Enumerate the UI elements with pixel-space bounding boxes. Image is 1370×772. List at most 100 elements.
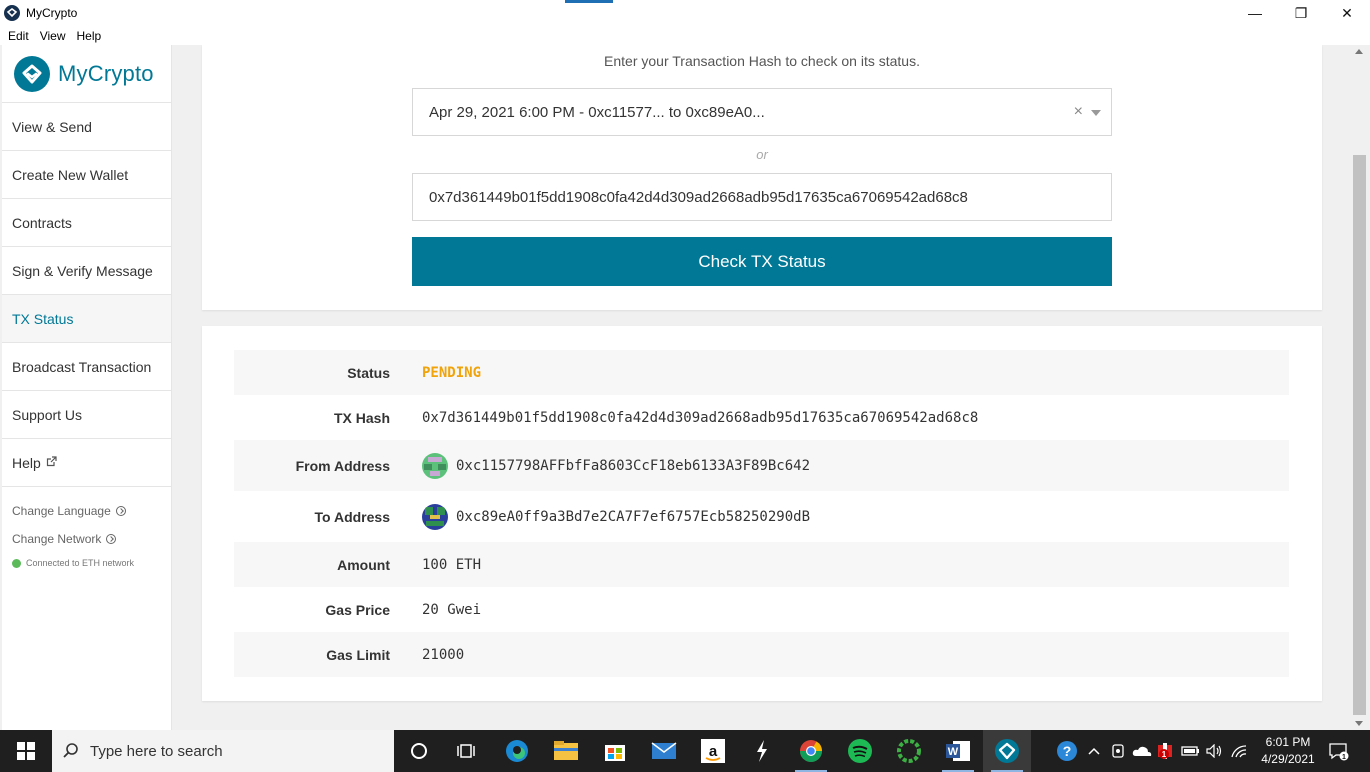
- sidebar-item-contracts[interactable]: Contracts: [2, 199, 171, 247]
- windows-start-button[interactable]: [0, 730, 52, 772]
- taskbar-search-placeholder: Type here to search: [90, 742, 223, 760]
- clock-time: 6:01 PM: [1265, 735, 1311, 749]
- spotify-icon[interactable]: [836, 730, 884, 772]
- edge-browser-icon[interactable]: [493, 730, 541, 772]
- onedrive-cloud-icon[interactable]: [1131, 730, 1153, 772]
- network-status: Connected to ETH network: [2, 553, 171, 573]
- brand-logo[interactable]: MyCrypto: [2, 45, 171, 103]
- gas-limit-label: Gas Limit: [326, 646, 390, 663]
- gas-limit-value: 21000: [422, 646, 465, 663]
- cortana-icon[interactable]: [395, 730, 443, 772]
- lightning-app-icon[interactable]: [738, 730, 786, 772]
- gas-price-label: Gas Price: [325, 601, 390, 618]
- gas-price-value: 20 Gwei: [422, 601, 482, 618]
- scroll-down-icon[interactable]: [1355, 721, 1363, 726]
- notification-count: 1: [1342, 754, 1346, 761]
- mail-icon[interactable]: [640, 730, 688, 772]
- svg-text:a: a: [709, 743, 718, 760]
- network-status-label: Connected to ETH network: [26, 558, 135, 568]
- tx-detail-row-gas-price: Gas Price 20 Gwei: [234, 587, 1289, 632]
- tx-hash-value: 0x7d361449b01f5dd1908c0fa42d4d309ad2668a…: [422, 409, 979, 426]
- sidebar-item-broadcast[interactable]: Broadcast Transaction: [2, 343, 171, 391]
- taskbar: Type here to search a W ? 1 6:01 PM 4/29…: [0, 730, 1370, 772]
- window-title: MyCrypto: [26, 6, 78, 20]
- wifi-icon[interactable]: [1228, 730, 1250, 772]
- tx-detail-row-status: Status PENDING: [234, 350, 1289, 395]
- close-button[interactable]: ✕: [1324, 0, 1370, 26]
- menu-help[interactable]: Help: [76, 29, 101, 43]
- connected-dot-icon: [12, 558, 21, 568]
- menu-view[interactable]: View: [40, 29, 66, 43]
- clear-icon[interactable]: ×: [1074, 103, 1083, 121]
- mycrypto-taskbar-icon[interactable]: [983, 730, 1031, 772]
- camera-tray-icon[interactable]: [1108, 730, 1128, 772]
- file-explorer-icon[interactable]: [542, 730, 590, 772]
- search-icon: [63, 743, 78, 758]
- window-titlebar: MyCrypto — ❐ ✕: [0, 0, 1370, 26]
- amazon-icon[interactable]: a: [689, 730, 737, 772]
- windows-logo-icon: [17, 742, 35, 760]
- task-view-icon[interactable]: [443, 730, 491, 772]
- check-tx-status-button[interactable]: Check TX Status: [412, 237, 1112, 286]
- chevron-down-icon[interactable]: [1091, 110, 1101, 116]
- to-address-label: To Address: [314, 508, 390, 525]
- battery-icon[interactable]: [1180, 730, 1202, 772]
- mycrypto-app-icon: [4, 5, 20, 21]
- notification-center-icon[interactable]: 1: [1324, 730, 1354, 772]
- clock-date: 4/29/2021: [1261, 752, 1315, 766]
- sidebar-item-tx-status[interactable]: TX Status: [2, 295, 171, 343]
- amount-label: Amount: [337, 556, 390, 573]
- status-badge: PENDING: [422, 364, 482, 381]
- sidebar-item-view-send[interactable]: View & Send: [2, 103, 171, 151]
- volume-icon[interactable]: [1204, 730, 1226, 772]
- tx-detail-row-to: To Address 0xc89eA0ff9a3Bd7e2CA7F7ef6757…: [234, 491, 1289, 542]
- recent-tx-select[interactable]: Apr 29, 2021 6:00 PM - 0xc11577... to 0x…: [412, 88, 1112, 136]
- tx-detail-row-from: From Address 0xc1157798AFFbfFa8603CcF18e…: [234, 440, 1289, 491]
- security-badge-count: 1: [1162, 750, 1167, 759]
- change-network-link[interactable]: Change Network: [2, 525, 171, 553]
- store-icon[interactable]: [591, 730, 639, 772]
- scroll-thumb[interactable]: [1353, 155, 1366, 715]
- svg-text:W: W: [948, 746, 959, 758]
- vertical-scrollbar[interactable]: [1351, 45, 1368, 730]
- mycrypto-logo-icon: [14, 55, 50, 92]
- word-icon[interactable]: W: [934, 730, 982, 772]
- from-address-value: 0xc1157798AFFbfFa8603CcF18eb6133A3F89Bc6…: [456, 457, 811, 474]
- tx-detail-row-hash: TX Hash 0x7d361449b01f5dd1908c0fa42d4d30…: [234, 395, 1289, 440]
- sidebar-item-help-label: Help: [12, 454, 41, 471]
- minimize-button[interactable]: —: [1232, 0, 1278, 26]
- menu-edit[interactable]: Edit: [8, 29, 29, 43]
- or-separator: or: [756, 147, 768, 162]
- chrome-icon[interactable]: [787, 730, 835, 772]
- status-label: Status: [347, 364, 390, 381]
- titlebar-accent: [565, 0, 613, 3]
- lookup-hint: Enter your Transaction Hash to check on …: [604, 53, 920, 69]
- sidebar-item-help[interactable]: Help: [2, 439, 171, 487]
- sidebar-item-sign-verify[interactable]: Sign & Verify Message: [2, 247, 171, 295]
- tx-details-card: Status PENDING TX Hash 0x7d361449b01f5dd…: [202, 326, 1322, 701]
- security-tray-icon[interactable]: 1: [1155, 730, 1177, 772]
- recent-tx-select-value: Apr 29, 2021 6:00 PM - 0xc11577... to 0x…: [429, 103, 765, 121]
- ring-app-icon[interactable]: [885, 730, 933, 772]
- show-hidden-icons-chevron-icon[interactable]: [1085, 730, 1103, 772]
- menu-bar: Edit View Help: [0, 26, 1370, 45]
- svg-text:?: ?: [1063, 743, 1072, 759]
- amount-value: 100 ETH: [422, 556, 482, 573]
- scroll-up-icon[interactable]: [1355, 49, 1363, 54]
- main-content: Enter your Transaction Hash to check on …: [173, 45, 1351, 730]
- tx-hash-input[interactable]: [412, 173, 1112, 221]
- from-identicon: [422, 452, 448, 479]
- sidebar: MyCrypto View & Send Create New Wallet C…: [2, 45, 172, 730]
- tx-detail-row-amount: Amount 100 ETH: [234, 542, 1289, 587]
- change-language-link[interactable]: Change Language: [2, 497, 171, 525]
- sidebar-item-create-wallet[interactable]: Create New Wallet: [2, 151, 171, 199]
- tx-lookup-card: Enter your Transaction Hash to check on …: [202, 45, 1322, 310]
- restore-button[interactable]: ❐: [1278, 0, 1324, 26]
- to-address-value: 0xc89eA0ff9a3Bd7e2CA7F7ef6757Ecb58250290…: [456, 508, 811, 525]
- change-network-label: Change Network: [12, 532, 102, 546]
- taskbar-clock[interactable]: 6:01 PM 4/29/2021: [1252, 734, 1324, 768]
- taskbar-search[interactable]: Type here to search: [52, 730, 394, 772]
- sidebar-item-support[interactable]: Support Us: [2, 391, 171, 439]
- chevron-circle-icon: [115, 506, 126, 516]
- help-tray-icon[interactable]: ?: [1052, 730, 1082, 772]
